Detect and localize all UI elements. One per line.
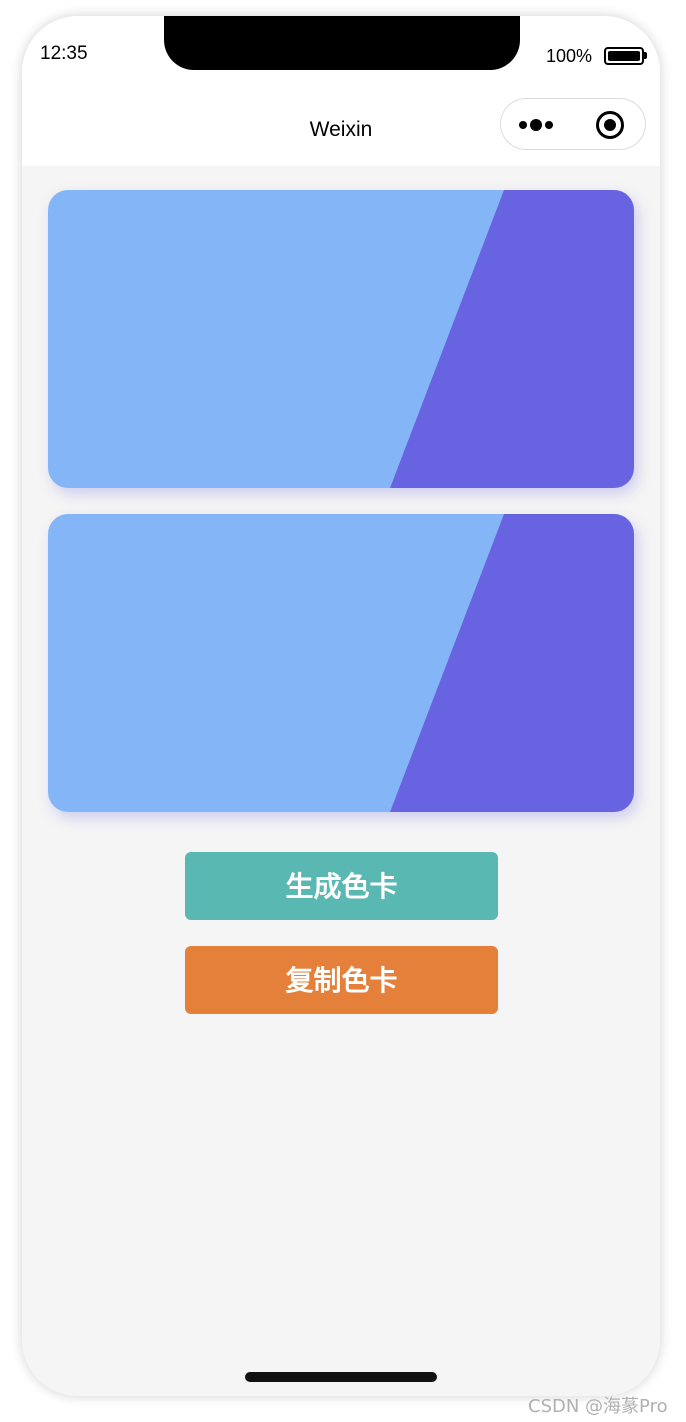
copy-color-card-button[interactable]: 复制色卡 bbox=[185, 946, 498, 1014]
generate-color-card-button[interactable]: 生成色卡 bbox=[185, 852, 498, 920]
capsule-divider bbox=[573, 111, 574, 139]
home-indicator bbox=[245, 1372, 437, 1382]
status-time: 12:35 bbox=[40, 43, 88, 64]
phone-frame: 12:35 100% Weixin 生成色卡 复制色卡 bbox=[22, 16, 660, 1396]
battery-nub bbox=[644, 52, 647, 59]
watermark: CSDN @海蒃Pro bbox=[528, 1396, 668, 1417]
page-content: 生成色卡 复制色卡 bbox=[22, 166, 660, 1396]
color-card bbox=[48, 514, 634, 812]
device-notch bbox=[164, 16, 520, 70]
battery-icon bbox=[604, 47, 644, 65]
miniprogram-capsule bbox=[500, 98, 646, 150]
color-card bbox=[48, 190, 634, 488]
more-dots-icon[interactable] bbox=[517, 113, 561, 137]
navigation-bar: Weixin bbox=[22, 86, 660, 166]
target-close-icon[interactable] bbox=[595, 110, 625, 140]
battery-percentage: 100% bbox=[546, 46, 593, 66]
